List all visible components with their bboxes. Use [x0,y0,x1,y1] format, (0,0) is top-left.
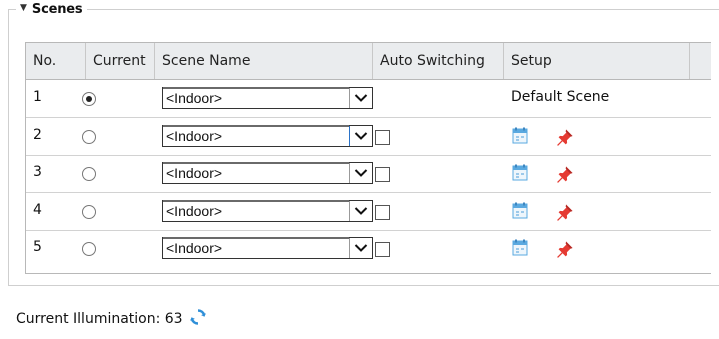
current-radio[interactable] [82,92,96,106]
current-radio[interactable] [82,129,96,144]
row-number: 1 [33,89,42,105]
table-row: 5 <Indoor> [26,230,711,267]
row-number: 3 [33,164,42,180]
col-setup: Setup [504,43,690,79]
scene-name-select[interactable]: <Indoor> [162,124,373,147]
current-radio[interactable] [82,242,96,256]
table-header: No. Current Scene Name Auto Switching Se… [26,43,711,80]
chevron-down-icon[interactable] [349,238,372,258]
chevron-down-icon[interactable] [349,200,372,221]
auto-switching-checkbox[interactable] [375,129,390,145]
calendar-schedule-icon[interactable] [511,127,529,149]
scene-name-value: <Indoor> [163,124,349,146]
calendar-schedule-icon[interactable] [511,239,529,261]
col-auto-switching: Auto Switching [373,43,504,79]
current-radio[interactable] [82,204,96,219]
illumination-label: Current Illumination: 63 [16,311,183,327]
scene-name-select[interactable]: <Indoor> [162,87,373,109]
section-title: Scenes [31,1,83,17]
scene-name-select[interactable]: <Indoor> [162,237,373,259]
scene-name-value: <Indoor> [163,87,349,108]
default-scene-label: Default Scene [511,89,610,105]
table-row: 4 <Indoor> [26,193,711,231]
current-radio[interactable] [82,167,96,181]
col-current: Current [86,43,155,79]
scene-name-value: <Indoor> [163,199,349,221]
row-number: 4 [33,201,42,218]
pin-icon[interactable] [556,203,574,225]
chevron-down-icon[interactable] [349,88,372,108]
pin-icon[interactable] [556,128,574,150]
table-row: 2 <Indoor> [26,118,711,156]
pin-icon[interactable] [556,165,574,187]
scene-name-select[interactable]: <Indoor> [162,162,373,184]
table-row: 1 <Indoor> Default Scene [26,80,711,118]
row-number: 5 [33,239,42,255]
col-no: No. [26,43,86,79]
col-scene-name: Scene Name [155,43,373,79]
scene-name-value: <Indoor> [163,162,349,183]
scene-name-value: <Indoor> [163,237,349,258]
calendar-schedule-icon[interactable] [511,164,529,186]
scene-name-select[interactable]: <Indoor> [162,199,373,222]
pin-icon[interactable] [556,240,574,262]
auto-switching-checkbox[interactable] [375,242,390,257]
chevron-down-icon[interactable] [349,163,372,183]
current-illumination: Current Illumination: 63 [16,308,207,330]
refresh-icon[interactable] [189,308,207,330]
scenes-legend[interactable]: ▼ Scenes [16,0,88,18]
collapse-triangle-icon[interactable]: ▼ [20,3,27,13]
calendar-schedule-icon[interactable] [511,202,529,224]
auto-switching-checkbox[interactable] [375,167,390,182]
auto-switching-checkbox[interactable] [375,204,390,220]
chevron-down-icon[interactable] [349,125,372,146]
row-number: 2 [33,126,42,143]
scenes-table: No. Current Scene Name Auto Switching Se… [25,42,711,274]
table-row: 3 <Indoor> [26,155,711,193]
